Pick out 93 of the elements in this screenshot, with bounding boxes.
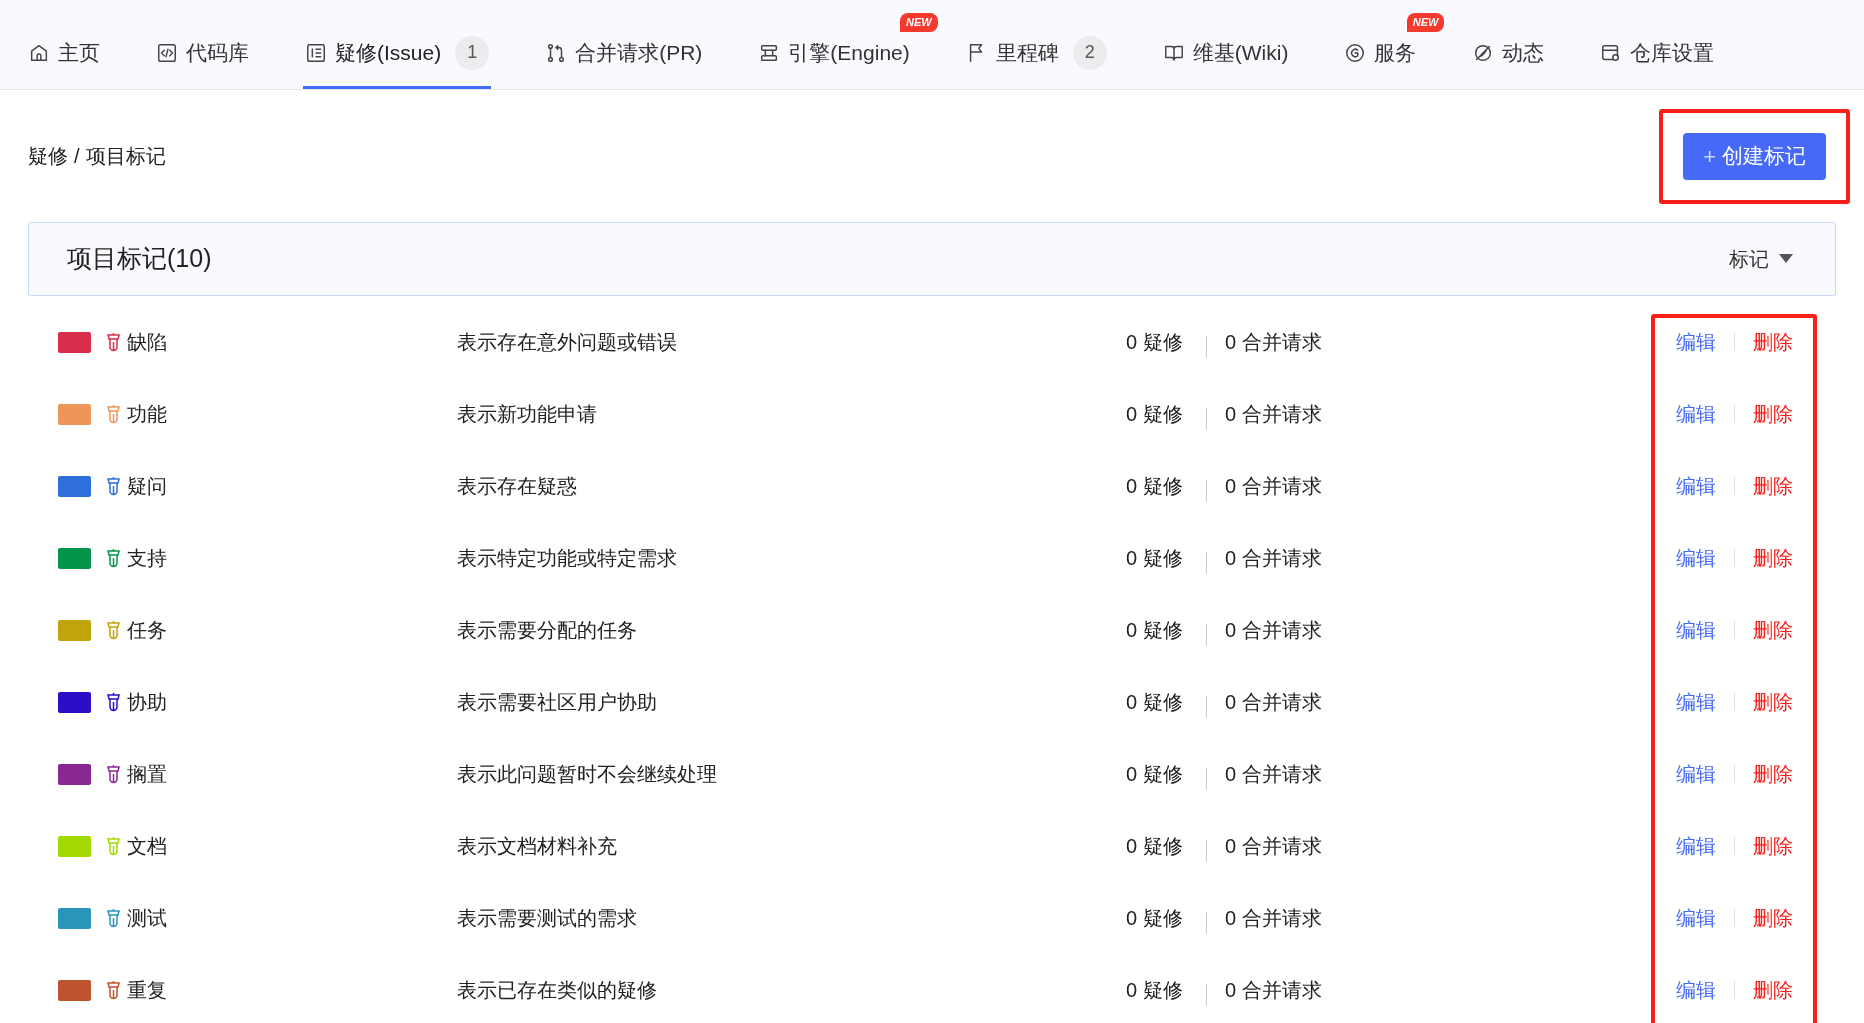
- issue-count: 0 疑修: [1126, 762, 1184, 787]
- label-name: 测试: [127, 906, 168, 931]
- pr-count: 0 合并请求: [1225, 330, 1322, 355]
- pr-count: 0 合并请求: [1225, 618, 1322, 643]
- delete-link[interactable]: 删除: [1752, 327, 1793, 357]
- delete-link[interactable]: 删除: [1752, 903, 1793, 933]
- label-description: 表示特定功能或特定需求: [457, 546, 678, 571]
- tag-icon: [106, 764, 121, 784]
- pr-count: 0 合并请求: [1225, 762, 1322, 787]
- create-label-button[interactable]: + 创建标记: [1683, 132, 1826, 180]
- delete-link[interactable]: 删除: [1752, 543, 1793, 573]
- pr-count: 0 合并请求: [1225, 474, 1322, 499]
- new-badge: NEW: [900, 13, 938, 32]
- label-name: 功能: [127, 402, 168, 427]
- plus-icon: +: [1703, 139, 1716, 173]
- edit-link[interactable]: 编辑: [1675, 471, 1716, 501]
- tag-icon: [106, 476, 121, 496]
- label-name: 重复: [127, 978, 168, 1003]
- edit-link[interactable]: 编辑: [1675, 615, 1716, 645]
- delete-link[interactable]: 删除: [1752, 615, 1793, 645]
- caret-icon: [1779, 254, 1793, 264]
- nav-tab[interactable]: 动态: [1470, 19, 1547, 89]
- pr-count: 0 合并请求: [1225, 978, 1322, 1003]
- issue-count: 0 疑修: [1126, 330, 1184, 355]
- count-badge: 1: [455, 35, 490, 70]
- delete-link[interactable]: 删除: [1752, 759, 1793, 789]
- nav-tab[interactable]: 合并请求(PR): [543, 19, 705, 89]
- edit-link[interactable]: 编辑: [1675, 831, 1716, 861]
- nav-tab[interactable]: 疑修(Issue) 1: [303, 19, 492, 89]
- label-name: 搁置: [127, 762, 168, 787]
- tag-icon: [106, 404, 121, 424]
- new-badge: NEW: [1406, 13, 1445, 32]
- issue-count: 0 疑修: [1126, 402, 1184, 427]
- label-name: 支持: [127, 546, 168, 571]
- nav-tab[interactable]: 里程碑 2: [963, 19, 1109, 89]
- delete-link[interactable]: 删除: [1752, 975, 1793, 1005]
- label-name: 文档: [127, 834, 168, 859]
- label-description: 表示存在疑惑: [457, 474, 578, 499]
- issue-count: 0 疑修: [1126, 906, 1184, 931]
- tag-icon: [106, 908, 121, 928]
- nav-tab[interactable]: 仓库设置: [1598, 19, 1717, 89]
- tag-icon: [106, 836, 121, 856]
- issue-count: 0 疑修: [1126, 978, 1184, 1003]
- issue-count: 0 疑修: [1126, 474, 1184, 499]
- pr-count: 0 合并请求: [1225, 546, 1322, 571]
- delete-link[interactable]: 删除: [1752, 687, 1793, 717]
- label-name: 缺陷: [127, 330, 168, 355]
- tag-icon: [106, 980, 121, 1000]
- circle-g-icon: [1344, 41, 1367, 64]
- count-badge: 2: [1072, 35, 1107, 70]
- edit-link[interactable]: 编辑: [1675, 399, 1716, 429]
- label-description: 表示已存在类似的疑修: [457, 978, 658, 1003]
- nav-tab[interactable]: 代码库: [154, 19, 251, 89]
- issue-count: 0 疑修: [1126, 690, 1184, 715]
- issue-count: 0 疑修: [1126, 546, 1184, 571]
- label-description: 表示需要社区用户协助: [457, 690, 658, 715]
- nav-tab[interactable]: 主页: [26, 19, 102, 89]
- nav-tab[interactable]: 维基(Wiki): [1160, 19, 1291, 89]
- panel-title: 项目标记(10): [67, 243, 212, 275]
- breadcrumb-item: 项目标记: [85, 144, 166, 169]
- code-icon: [156, 41, 178, 64]
- label-description: 表示新功能申请: [457, 402, 598, 427]
- pr-count: 0 合并请求: [1225, 402, 1322, 427]
- tag-icon: [106, 548, 121, 568]
- label-name: 疑问: [127, 474, 168, 499]
- tag-icon: [106, 620, 121, 640]
- label-name: 协助: [127, 690, 168, 715]
- label-description: 表示此问题暂时不会继续处理: [457, 762, 718, 787]
- sort-dropdown[interactable]: 标记: [1729, 244, 1793, 274]
- issue-count: 0 疑修: [1126, 618, 1184, 643]
- pr-count: 0 合并请求: [1225, 834, 1322, 859]
- pr-count: 0 合并请求: [1225, 906, 1322, 931]
- label-description: 表示文档材料补充: [457, 834, 618, 859]
- label-name: 任务: [127, 618, 168, 643]
- edit-link[interactable]: 编辑: [1675, 759, 1716, 789]
- breadcrumb-separator: /: [74, 144, 80, 169]
- pr-count: 0 合并请求: [1225, 690, 1322, 715]
- tag-icon: [106, 692, 121, 712]
- list-icon: [305, 41, 327, 64]
- edit-link[interactable]: 编辑: [1675, 975, 1716, 1005]
- delete-link[interactable]: 删除: [1752, 831, 1793, 861]
- tag-icon: [106, 332, 121, 352]
- edit-link[interactable]: 编辑: [1675, 903, 1716, 933]
- delete-link[interactable]: 删除: [1752, 471, 1793, 501]
- edit-link[interactable]: 编辑: [1675, 327, 1716, 357]
- issue-count: 0 疑修: [1126, 834, 1184, 859]
- label-description: 表示需要测试的需求: [457, 906, 638, 931]
- delete-link[interactable]: 删除: [1752, 399, 1793, 429]
- breadcrumb-item[interactable]: 疑修: [28, 141, 68, 171]
- edit-link[interactable]: 编辑: [1675, 543, 1716, 573]
- label-description: 表示存在意外问题或错误: [457, 330, 678, 355]
- edit-link[interactable]: 编辑: [1675, 687, 1716, 717]
- label-description: 表示需要分配的任务: [457, 618, 638, 643]
